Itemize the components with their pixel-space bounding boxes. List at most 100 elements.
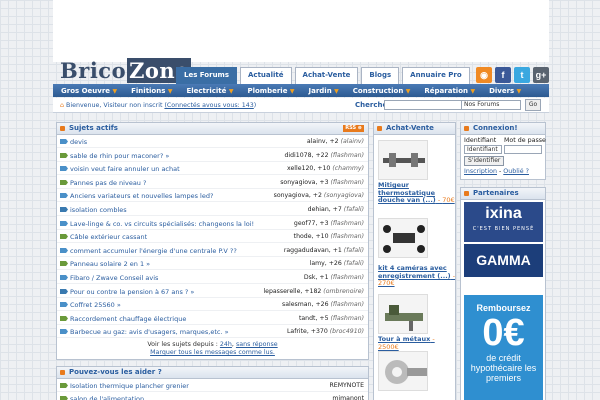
product-mitigeur[interactable]: Mitigeur thermostatique douche van (...)… [378,181,456,205]
mark-all-read-link[interactable]: Marquer tous les messages comme lus. [150,349,275,356]
table-row[interactable]: Câble extérieur cassant thode, +10 (flash… [57,231,368,244]
signup-link[interactable]: Inscription [464,168,497,175]
topic-last-user[interactable]: (flashman) [330,179,364,186]
topic-title[interactable]: sable de rhin pour maconer? » [70,152,169,160]
table-row[interactable]: comment accumuler l'énergie d'une centra… [57,245,368,257]
table-row[interactable]: sable de rhin pour maconer? » didi1078, +… [57,150,368,162]
topic-meta: geof77, +3 (flashman) [294,220,364,227]
help-topic-title[interactable]: Isolation thermique plancher grenier [70,382,189,390]
topic-meta: Dsk, +1 (flashman) [304,274,364,281]
topic-icon [60,233,69,240]
topic-last-user[interactable]: (sonyagiova) [324,192,364,199]
product-image-cameras[interactable] [378,218,428,258]
table-row[interactable]: isolation combles dehian, +7 (fafali) [57,204,368,216]
category-gros-oeuvre[interactable]: Gros Oeuvre ▼ [61,87,117,95]
table-row[interactable]: Fibaro / Zwave Conseil avis Dsk, +1 (flas… [57,272,368,284]
link-sans-reponse[interactable]: sans réponse [236,341,278,348]
product-cameras[interactable]: kit 4 caméras avec enregistrement (...) … [378,264,456,288]
table-row[interactable]: Raccordement chauffage électrique tandt, … [57,313,368,325]
table-row[interactable]: devis alainv, +2 (alainv) [57,136,368,148]
topic-last-user[interactable]: (flashman) [330,274,364,281]
search-scope-select[interactable]: Nos Forums [461,100,521,110]
topic-title[interactable]: Coffret 25S60 » [70,301,121,309]
chevron-down-icon: ▼ [289,87,295,95]
product-image-tour[interactable] [378,294,428,334]
topic-title[interactable]: Raccordement chauffage électrique [70,315,186,323]
topic-last-user[interactable]: (flashman) [330,220,364,227]
topic-authors: lamy, +26 [309,260,344,268]
category-jardin[interactable]: Jardin ▼ [309,87,339,95]
topic-last-user[interactable]: (ombrenoire) [323,288,364,295]
topic-last-user[interactable]: (fafali) [344,247,364,254]
gamma-ad[interactable]: GAMMA [464,244,543,277]
search-go-button[interactable]: Go [525,99,541,111]
topic-last-user[interactable]: (flashman) [330,233,364,240]
facebook-icon[interactable]: f [495,67,511,83]
tab-achat-vente[interactable]: Achat-Vente [294,67,359,84]
topic-title[interactable]: Pannes pas de niveau ? [70,179,146,187]
tab-annuaire-pro[interactable]: Annuaire Pro [402,67,470,84]
topic-last-user[interactable]: (broc4910) [330,328,364,335]
credit-ad[interactable]: Remboursez 0€ de crédit hypothécaire les… [464,295,543,400]
product-tour[interactable]: Tour à métaux - 2500€ [378,335,456,351]
chevron-down-icon: ▼ [470,87,476,95]
topic-title[interactable]: Pour ou contre la pension à 67 ans ? » [70,288,194,296]
tab-les-forums[interactable]: Les Forums [176,67,238,85]
table-row[interactable]: Anciens variateurs et nouvelles lampes l… [57,190,368,203]
category-electricite[interactable]: Electricité ▼ [186,87,233,95]
topic-title[interactable]: Anciens variateurs et nouvelles lampes l… [70,192,213,200]
table-row[interactable]: Barbecue au gaz: avis d'usagers, marques… [57,326,368,339]
category-construction[interactable]: Construction ▼ [353,87,411,95]
category-divers[interactable]: Divers ▼ [489,87,521,95]
topic-last-user[interactable]: (flashman) [330,301,364,308]
rss-icon[interactable]: ◉ [476,67,492,83]
topic-last-user[interactable]: (flashman) [330,315,364,322]
connected-users-link[interactable]: (Connectés avous vous: 143 [164,102,253,109]
twitter-icon[interactable]: t [514,67,530,83]
bullet-icon [464,126,469,131]
password-input[interactable] [504,145,542,154]
category-reparation[interactable]: Réparation ▼ [424,87,475,95]
table-row[interactable]: Isolation thermique plancher grenier REMY… [57,380,368,392]
bricozone-logo[interactable]: Brico Zone [60,58,192,83]
topic-title[interactable]: voisin veut faire annuler un achat [70,165,180,173]
topic-title[interactable]: Barbecue au gaz: avis d'usagers, marques… [70,328,229,336]
help-topic-title[interactable]: salon de l'alimentation [70,395,144,400]
partners-panel: Partenaires ixina C'EST BIEN PENSÉ GAMMA… [460,187,546,400]
topic-last-user[interactable]: (fafali) [344,260,364,267]
help-header: Pouvez-vous les aider ? [57,367,368,379]
ixina-ad[interactable]: ixina C'EST BIEN PENSÉ [464,202,543,242]
topic-title[interactable]: isolation combles [70,206,127,214]
username-input[interactable]: Identifiant [464,145,502,154]
table-row[interactable]: salon de l'alimentation mimanont [57,393,368,400]
topic-title[interactable]: Câble extérieur cassant [70,233,147,241]
topic-last-user[interactable]: (fafali) [344,206,364,213]
forgot-password-link[interactable]: Oublié ? [503,168,529,175]
topic-title[interactable]: Lave-linge & co. vs circuits spécialisés… [70,220,254,228]
topic-title[interactable]: Panneau solaire 2 en 1 » [70,260,150,268]
product-price: 270€ [378,279,395,287]
topic-last-user[interactable]: (alainv) [341,138,364,145]
login-button[interactable]: S'identifier [464,156,505,166]
topic-last-user[interactable]: (flashman) [330,152,364,159]
product-image-tape[interactable] [378,351,428,391]
rss-badge[interactable]: RSS ⊕ [343,125,364,132]
topic-title[interactable]: comment accumuler l'énergie d'une centra… [70,247,237,255]
category-finitions[interactable]: Finitions ▼ [131,87,172,95]
table-row[interactable]: voisin veut faire annuler un achat xelle1… [57,163,368,176]
category-plomberie[interactable]: Plomberie ▼ [247,87,294,95]
topic-title[interactable]: devis [70,138,87,146]
product-image-mitigeur[interactable] [378,140,428,180]
tab-actualite[interactable]: Actualité [240,67,292,84]
table-row[interactable]: Pannes pas de niveau ? sonyagiova, +3 (fl… [57,177,368,189]
tab-blogs[interactable]: Blogs [361,67,400,84]
table-row[interactable]: Lave-linge & co. vs circuits spécialisés… [57,218,368,230]
topic-last-user[interactable]: (chammy) [332,165,364,172]
table-row[interactable]: Panneau solaire 2 en 1 » lamy, +26 (fafal… [57,258,368,271]
table-row[interactable]: Coffret 25S60 » salesman, +26 (flashman) [57,299,368,312]
googleplus-icon[interactable]: g+ [533,67,549,83]
topic-title[interactable]: Fibaro / Zwave Conseil avis [70,274,158,282]
table-row[interactable]: Pour ou contre la pension à 67 ans ? » le… [57,286,368,298]
link-24h[interactable]: 24h [220,341,232,348]
topic-meta: didi1078, +22 (flashman) [284,152,364,159]
